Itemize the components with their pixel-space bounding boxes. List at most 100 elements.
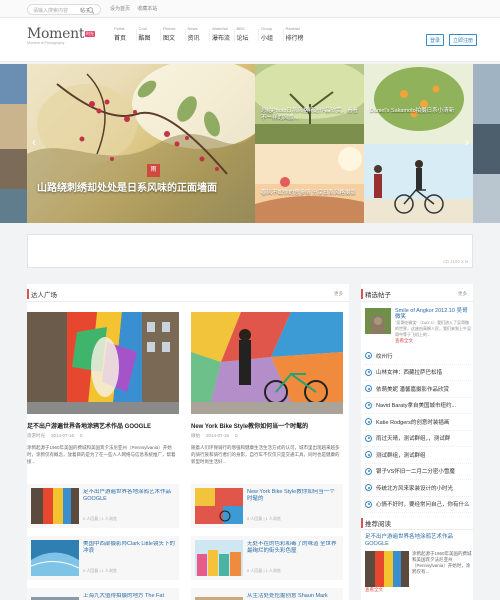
featured-first-desc: "吴哥吃微笑"（DAY-1）我们进入了吴哥微的世界，这座由高棉人民，我们来到上午… — [395, 320, 471, 337]
bullet-icon — [365, 385, 372, 393]
card-date: 2014-07-16 — [51, 433, 75, 438]
more-link[interactable]: 更多 — [334, 291, 343, 297]
section-title: 精选帖子 — [361, 289, 391, 299]
top-bar: 请输入搜索内容 帖子 设为首页 收藏本站 — [0, 0, 500, 18]
blossom-photo — [27, 64, 255, 223]
mini-post-stats: 0 人回复 | 1 人浏览 — [83, 568, 117, 573]
feature-card[interactable]: New York Bike Style教你如何当一个时髦的 微拍 2014-07… — [191, 312, 343, 465]
card-excerpt: 涂鸦起源于1960年美国的费城和美国宾夕法尼亚州（Pennsylvania）开始… — [27, 445, 176, 464]
houses-thumb — [195, 540, 243, 576]
featured-list-item[interactable]: Katie Rodgers的创意时装插画 — [365, 414, 471, 431]
mini-post[interactable]: 从生活处处挖掘创意 Shaun Mark — [191, 588, 343, 600]
side-image-right — [473, 64, 500, 223]
card-author[interactable]: 旅游时光 — [27, 433, 45, 439]
more-link[interactable]: 更多 — [458, 291, 467, 297]
feature-card[interactable]: 足不出户游遍世界各地涂鸦艺术作品 GOOGLE 旅游时光 2014-07-16 … — [27, 312, 179, 465]
search-input[interactable]: 请输入搜索内容 帖子 — [27, 4, 101, 15]
card-title[interactable]: New York Bike Style教你如何当一个时髦的 — [191, 421, 343, 430]
register-button[interactable]: 立即注册 — [448, 34, 477, 46]
featured-list-item[interactable]: 依萌美妮 潘馨嘉摄影作品欣赏 — [365, 381, 471, 398]
slider-cell-3-caption: 春风不如你的意多情 分享日系风格摄影 — [261, 189, 357, 196]
card-date: 2014-07-16 — [206, 433, 230, 438]
bullet-icon — [365, 484, 372, 492]
featured-list-item[interactable]: 测试群组，测试群组 — [365, 447, 471, 464]
bookmark-link[interactable]: 收藏本站 — [137, 6, 157, 12]
mini-post-thumb[interactable] — [31, 488, 79, 524]
slider-next-arrow[interactable]: › — [462, 134, 472, 150]
featured-list-item[interactable]: 纹州行 — [365, 348, 471, 365]
slider-caption[interactable]: 山路绕刺绣却处处是日系风味的正面墙面 — [37, 179, 217, 194]
read-more-link[interactable]: 查看全文 — [395, 338, 471, 344]
mini-post-title[interactable]: 美国中西部摄影师Clark Little镜头下的冲浪 — [83, 541, 176, 555]
mini-post-thumb[interactable] — [195, 488, 243, 524]
mini-post-title[interactable]: 从生活处处挖掘创意 Shaun Mark — [247, 593, 340, 600]
mini-post-thumb[interactable] — [31, 540, 79, 576]
slider-seal: 雨 — [147, 164, 160, 177]
slider-cell-2-caption: Daniel's Sakamoto拍摄日系小清新 — [370, 108, 455, 114]
card-photo[interactable] — [27, 312, 179, 414]
card-comments: 0 — [235, 433, 238, 438]
mini-post-stats: 0 人回复 | 1 人浏览 — [247, 516, 281, 521]
featured-posts-section: 精选帖子 更多 Smile of Angkor 2012.10 吴哥微笑 "吴哥… — [361, 284, 473, 600]
bullet-icon — [365, 401, 372, 409]
slider-main-slide[interactable]: 雨 山路绕刺绣却处处是日系风味的正面墙面 — [27, 64, 255, 223]
slider-cell-4[interactable] — [364, 143, 473, 223]
balloon-photo — [255, 143, 364, 223]
search-icon[interactable] — [87, 7, 95, 14]
bike-thumb — [195, 488, 243, 524]
featured-list: 纹州行 山林女神：西藏拉萨巴松措 依萌美妮 潘馨嘉摄影作品欣赏 Navid Ba… — [365, 348, 471, 513]
featured-list-item[interactable]: 心情不好时，要经常问自己，你有什么 — [365, 497, 471, 513]
section-title: 达人广场 — [27, 289, 57, 299]
bicycle-photo — [364, 143, 473, 223]
recommended-title[interactable]: 足不出户游遍世界各地涂鸦艺术作品 GOOGLE — [361, 534, 473, 548]
mini-post-thumb[interactable] — [195, 592, 243, 600]
graffiti-kiss-photo — [27, 312, 179, 414]
mini-post[interactable]: 上海九大值得拍摄的地方 The Fat — [27, 588, 179, 600]
slider-grid: 总结Photo日系风格精选作品欣赏，看看不一样的风景... Daniel's S… — [255, 64, 473, 223]
mini-post[interactable]: 无处不在的色彩和毒了的味道 全世界最绚烂的街头彩色屋 0 人回复 | 1 人浏览 — [191, 536, 343, 580]
orange-tree-photo — [364, 64, 473, 144]
mini-post[interactable]: New York Bike Style教你如何当一个时髦的 0 人回复 | 1 … — [191, 484, 343, 528]
recommended-thumb[interactable] — [365, 551, 409, 587]
mini-post-thumb[interactable] — [195, 540, 243, 576]
login-button[interactable]: 登录 — [425, 34, 444, 46]
header: Moment 时光 Moment of Photography Portal 首页… — [0, 18, 500, 62]
nav-item-ranklist[interactable]: Ranklist 排行榜 — [282, 26, 311, 42]
graffiti-thumb — [31, 488, 79, 524]
card-author[interactable]: 微拍 — [191, 433, 200, 439]
angkor-thumb — [365, 308, 391, 334]
slider-cell-2[interactable]: Daniel's Sakamoto拍摄日系小清新 — [364, 64, 473, 144]
mini-post[interactable]: 足不出户游遍世界各地涂鸦艺术作品GOOGLE 0 人回复 | 1 人浏览 — [27, 484, 179, 528]
mini-post-title[interactable]: 无处不在的色彩和毒了的味道 全世界最绚烂的街头彩色屋 — [247, 541, 340, 555]
mini-post-title[interactable]: 足不出户游遍世界各地涂鸦艺术作品GOOGLE — [83, 489, 176, 503]
card-excerpt: 随着人们环保骑行的增强和健康生活生活方式的认可，城市里出现越来越多的骑行族和骑行… — [191, 445, 340, 464]
featured-first-title[interactable]: Smile of Angkor 2012.10 吴哥微笑 — [395, 308, 471, 320]
read-more-link[interactable]: 查看全文 — [361, 587, 473, 593]
featured-list-item[interactable]: 银子VS怀旧一二月二分密小雪魔 — [365, 464, 471, 480]
set-homepage-link[interactable]: 设为首页 — [110, 6, 130, 12]
mini-post-title[interactable]: New York Bike Style教你如何当一个时髦的 — [247, 489, 340, 503]
site-logo[interactable]: Moment 时光 Moment of Photography — [27, 26, 95, 56]
mini-post-stats: 0 人回复 | 1 人浏览 — [247, 568, 281, 573]
featured-list-item[interactable]: Navid Baraty拿自美国城市纽约... — [365, 398, 471, 414]
card-title[interactable]: 足不出户游遍世界各地涂鸦艺术作品 GOOGLE — [27, 421, 179, 430]
search-placeholder: 请输入搜索内容 — [33, 8, 69, 14]
bullet-icon — [365, 467, 372, 475]
hero-slider: 雨 山路绕刺绣却处处是日系风味的正面墙面 ‹ 总结Photo日系风格精选作品欣赏… — [0, 64, 500, 223]
slider-cell-1-caption: 总结Photo日系风格精选作品欣赏，看看不一样的风景... — [261, 108, 358, 121]
ad-size-label: AD 1190 x N — [442, 259, 468, 264]
slider-cell-3[interactable]: 春风不如你的意多情 分享日系风格摄影 — [255, 143, 364, 223]
featured-first-post[interactable]: Smile of Angkor 2012.10 吴哥微笑 "吴哥吃微笑"（DAY… — [365, 308, 471, 344]
slider-prev-arrow[interactable]: ‹ — [29, 134, 39, 150]
bullet-icon — [365, 352, 372, 360]
mini-post[interactable]: 美国中西部摄影师Clark Little镜头下的冲浪 0 人回复 | 1 人浏览 — [27, 536, 179, 580]
featured-list-item[interactable]: 山林女神：西藏拉萨巴松措 — [365, 365, 471, 381]
ad-banner[interactable]: AD 1190 x N — [27, 234, 473, 268]
card-photo[interactable] — [191, 312, 343, 414]
featured-list-item[interactable]: 传统北方风来家装设计的小时光 — [365, 480, 471, 497]
mini-post-title[interactable]: 上海九大值得拍摄的地方 The Fat — [83, 593, 176, 600]
logo-badge: 时光 — [85, 31, 95, 37]
slider-cell-1[interactable]: 总结Photo日系风格精选作品欣赏，看看不一样的风景... — [255, 64, 364, 144]
featured-list-item[interactable]: 雨过天晴，测试群组，，测试群 — [365, 431, 471, 447]
mini-post-thumb[interactable] — [31, 592, 79, 600]
